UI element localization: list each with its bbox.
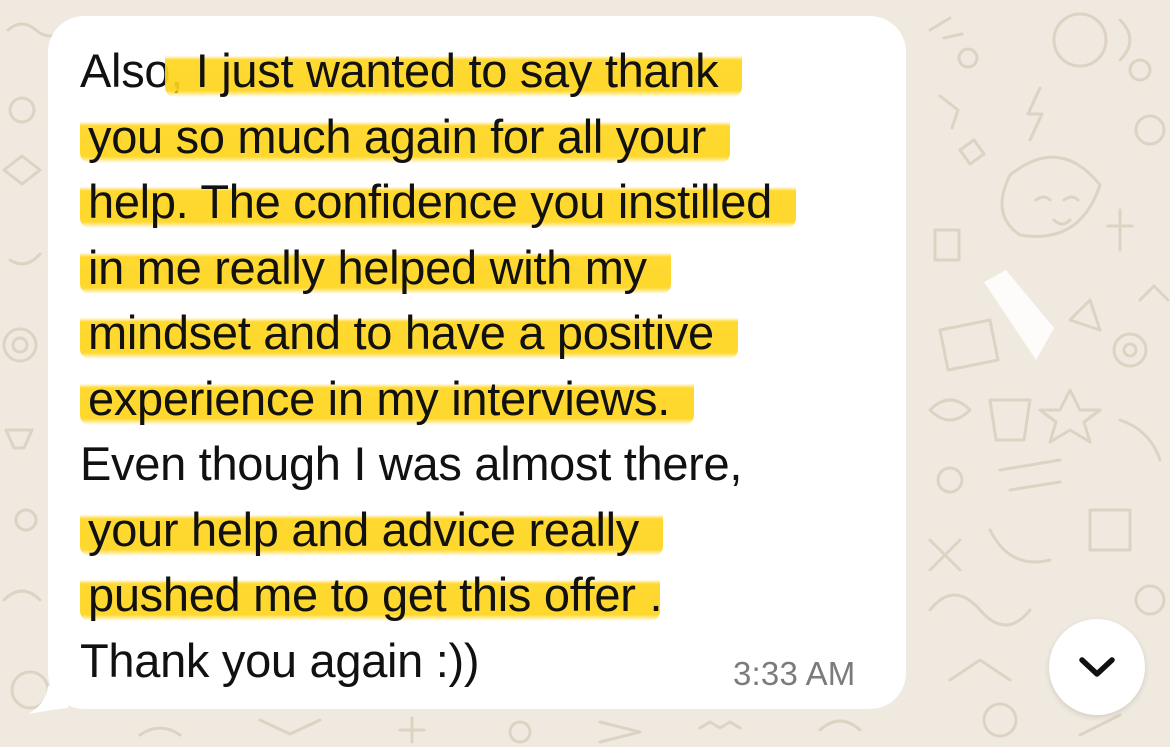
highlighted-text: your help and advice really — [80, 502, 664, 556]
highlighted-text: mindset and to have a positive — [80, 306, 738, 359]
message-line: help. The confidence you instilled — [80, 169, 900, 235]
message-text: Also, I just wanted to say thank you so … — [80, 38, 900, 693]
message-line: your help and advice really — [80, 497, 900, 563]
message-timestamp: 3:33 AM — [733, 655, 856, 692]
message-line: mindset and to have a positive — [80, 300, 900, 366]
highlighted-text: pushed me to get this offer — [80, 568, 660, 621]
highlighted-text: in me really helped with my — [80, 240, 671, 294]
plain-text: Even though I was almost there, — [80, 437, 743, 490]
highlighted-text: help. The confidence you instilled — [80, 175, 796, 228]
message-line: you so much again for all your — [80, 104, 900, 170]
scroll-to-bottom-button[interactable] — [1049, 619, 1145, 715]
message-line: Even though I was almost there, — [80, 431, 900, 497]
highlighted-text: I just wanted to say thank — [165, 44, 743, 97]
plain-text: . — [649, 568, 663, 621]
highlighted-text: experience in my interviews. — [80, 371, 694, 425]
chevron-down-icon — [1079, 657, 1115, 677]
message-line: Also, I just wanted to say thank — [80, 38, 900, 104]
message-line: pushed me to get this offer. — [80, 562, 900, 628]
highlighted-text: you so much again for all your — [80, 109, 730, 163]
message-line: in me really helped with my — [80, 235, 900, 301]
plain-text: Thank you again :)) — [80, 633, 480, 687]
message-line: experience in my interviews. — [80, 366, 900, 432]
